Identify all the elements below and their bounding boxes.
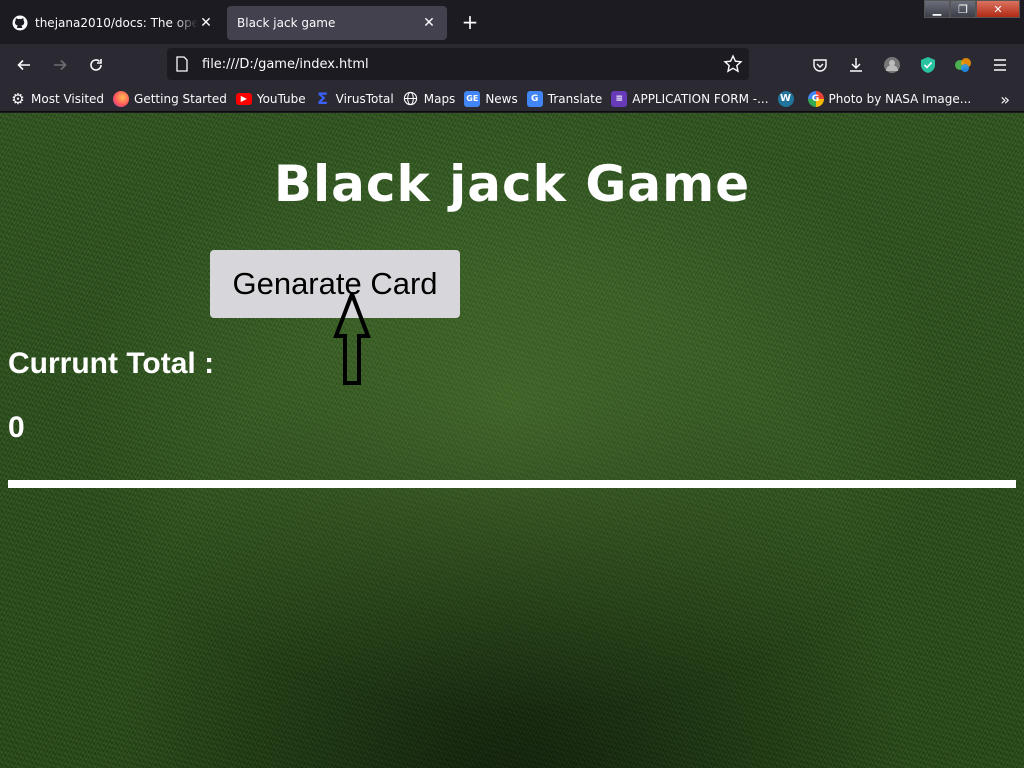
divider <box>8 480 1016 488</box>
pocket-icon[interactable] <box>808 53 832 77</box>
current-total-value: 0 <box>8 411 25 444</box>
close-tab-icon[interactable]: ✕ <box>421 15 437 31</box>
wordpress-icon: W <box>777 90 794 107</box>
window-controls: ▁ ❐ ✕ <box>924 0 1020 18</box>
close-tab-icon[interactable]: ✕ <box>198 15 214 31</box>
bookmark-most-visited[interactable]: ⚙ Most Visited <box>10 89 105 108</box>
chevron-double-right-icon[interactable]: » <box>1000 90 1010 109</box>
google-forms-icon: ≡ <box>611 90 628 107</box>
forward-icon[interactable] <box>48 53 72 77</box>
reload-icon[interactable] <box>84 53 108 77</box>
hamburger-menu-icon[interactable] <box>988 53 1012 77</box>
maximize-button[interactable]: ❐ <box>950 0 976 18</box>
new-tab-icon[interactable]: + <box>458 11 482 35</box>
bookmark-label: YouTube <box>256 91 306 106</box>
bookmark-wordpress[interactable]: W <box>777 90 799 107</box>
bookmark-application-form[interactable]: ≡ APPLICATION FORM -... <box>611 90 769 107</box>
extension-icon[interactable] <box>951 53 975 77</box>
github-icon <box>12 15 28 31</box>
tab-label: Black jack game <box>237 16 336 30</box>
close-window-button[interactable]: ✕ <box>976 0 1020 18</box>
bookmark-news[interactable]: GE News <box>464 90 518 107</box>
minimize-button[interactable]: ▁ <box>924 0 950 18</box>
mouse-cursor-icon <box>333 292 371 385</box>
bookmark-label: Maps <box>423 91 456 106</box>
gear-icon: ⚙ <box>11 89 25 108</box>
bookmark-label: Most Visited <box>31 91 105 106</box>
shield-icon[interactable] <box>916 53 940 77</box>
downloads-icon[interactable] <box>844 53 868 77</box>
bookmark-label: VirusTotal <box>335 91 394 106</box>
tab-strip: thejana2010/docs: The open-so ✕ Black ja… <box>0 0 1024 44</box>
tab-github-docs[interactable]: thejana2010/docs: The open-so ✕ <box>2 6 224 40</box>
bookmark-photo-nasa[interactable]: G Photo by NASA Image... <box>807 90 972 107</box>
page-icon <box>176 56 188 72</box>
bookmark-star-icon[interactable] <box>723 54 743 74</box>
bookmark-label: Getting Started <box>134 91 227 106</box>
navigation-toolbar <box>0 44 1024 86</box>
account-avatar-icon[interactable] <box>880 53 904 77</box>
bookmark-getting-started[interactable]: Getting Started <box>113 90 227 107</box>
google-news-icon: GE <box>464 90 481 107</box>
back-icon[interactable] <box>12 53 36 77</box>
url-bar[interactable] <box>167 48 749 80</box>
tab-black-jack-game[interactable]: Black jack game ✕ <box>227 6 447 40</box>
bookmark-virustotal[interactable]: Σ VirusTotal <box>315 89 394 108</box>
virustotal-icon: Σ <box>317 89 329 108</box>
current-total-label: Currunt Total : <box>8 347 215 380</box>
google-translate-icon: G <box>526 90 543 107</box>
tab-label: thejana2010/docs: The open-so <box>35 16 198 30</box>
address-input[interactable] <box>200 54 700 74</box>
firefox-icon <box>113 90 130 107</box>
page-title: Black jack Game <box>273 155 751 213</box>
bookmark-label: Translate <box>547 91 603 106</box>
bookmark-label: News <box>485 91 518 106</box>
globe-icon <box>403 91 419 107</box>
bookmark-youtube[interactable]: ▶ YouTube <box>235 91 306 106</box>
youtube-icon: ▶ <box>235 92 252 105</box>
bookmark-maps[interactable]: Maps <box>403 91 456 107</box>
bookmark-translate[interactable]: G Translate <box>526 90 603 107</box>
page-content: Black jack Game Genarate Card Currunt To… <box>0 113 1024 768</box>
bookmark-label: Photo by NASA Image... <box>828 91 972 106</box>
bookmarks-toolbar: ⚙ Most Visited Getting Started ▶ YouTube… <box>0 86 1024 112</box>
bookmark-label: APPLICATION FORM -... <box>632 91 769 106</box>
google-icon: G <box>807 90 824 107</box>
